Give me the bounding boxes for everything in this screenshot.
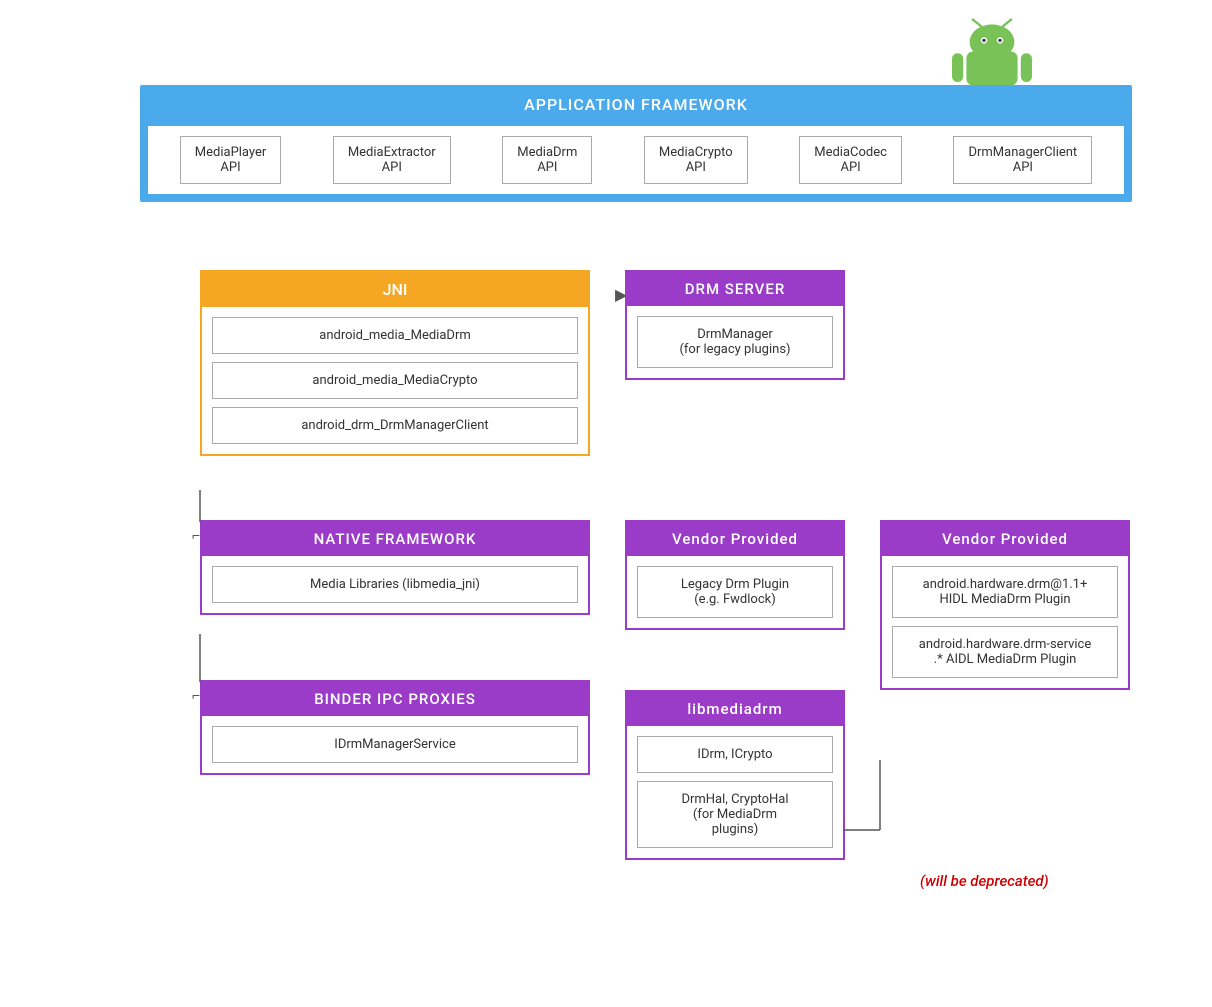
libmediadrm-box: libmediadrm IDrm, ICrypto DrmHal, Crypto… <box>625 690 845 860</box>
vendor-left-item-1: Legacy Drm Plugin(e.g. Fwdlock) <box>637 566 833 618</box>
libmediadrm-item-2: DrmHal, CryptoHal(for MediaDrmplugins) <box>637 781 833 848</box>
native-framework-title: NATIVE FRAMEWORK <box>202 522 588 556</box>
jni-items: android_media_MediaDrm android_media_Med… <box>202 307 588 454</box>
app-framework-container: APPLICATION FRAMEWORK MediaPlayerAPI Med… <box>140 85 1132 202</box>
native-framework-items: Media Libraries (libmedia_jni) <box>202 556 588 613</box>
libmediadrm-title: libmediadrm <box>627 692 843 726</box>
vendor-right-item-1: android.hardware.drm@1.1+HIDL MediaDrm P… <box>892 566 1118 618</box>
svg-text:⌐: ⌐ <box>192 528 200 544</box>
svg-text:⌐: ⌐ <box>192 688 200 704</box>
binder-box: BINDER IPC PROXIES IDrmManagerService <box>200 680 590 775</box>
libmediadrm-items: IDrm, ICrypto DrmHal, CryptoHal(for Medi… <box>627 726 843 858</box>
app-framework-apis: MediaPlayerAPI MediaExtractorAPI MediaDr… <box>148 126 1124 194</box>
vendor-right-title: Vendor Provided <box>882 522 1128 556</box>
native-framework-box: NATIVE FRAMEWORK Media Libraries (libmed… <box>200 520 590 615</box>
libmediadrm-item-1: IDrm, ICrypto <box>637 736 833 773</box>
jni-title: JNI <box>202 272 588 307</box>
vendor-left-title: Vendor Provided <box>627 522 843 556</box>
diagram-container: APPLICATION FRAMEWORK MediaPlayerAPI Med… <box>0 0 1212 1007</box>
jni-item-3: android_drm_DrmManagerClient <box>212 407 578 444</box>
vendor-left-box: Vendor Provided Legacy Drm Plugin(e.g. F… <box>625 520 845 630</box>
jni-box: JNI android_media_MediaDrm android_media… <box>200 270 590 456</box>
api-mediacrypto: MediaCryptoAPI <box>644 136 748 184</box>
api-mediadrm: MediaDrmAPI <box>502 136 592 184</box>
binder-items: IDrmManagerService <box>202 716 588 773</box>
vendor-right-item-2: android.hardware.drm-service.* AIDL Medi… <box>892 626 1118 678</box>
api-drmmanagerclient: DrmManagerClientAPI <box>953 136 1092 184</box>
api-mediaplayer: MediaPlayerAPI <box>180 136 282 184</box>
binder-item-1: IDrmManagerService <box>212 726 578 763</box>
drm-server-items: DrmManager(for legacy plugins) <box>627 306 843 378</box>
drm-server-box: DRM SERVER DrmManager(for legacy plugins… <box>625 270 845 380</box>
app-framework-title: APPLICATION FRAMEWORK <box>140 85 1132 124</box>
api-mediaextractor: MediaExtractorAPI <box>333 136 451 184</box>
drm-server-title: DRM SERVER <box>627 272 843 306</box>
jni-item-1: android_media_MediaDrm <box>212 317 578 354</box>
vendor-left-items: Legacy Drm Plugin(e.g. Fwdlock) <box>627 556 843 628</box>
vendor-right-box: Vendor Provided android.hardware.drm@1.1… <box>880 520 1130 690</box>
drm-server-item-1: DrmManager(for legacy plugins) <box>637 316 833 368</box>
api-mediacodec: MediaCodecAPI <box>799 136 902 184</box>
deprecated-text: (will be deprecated) <box>920 872 1049 890</box>
native-framework-item-1: Media Libraries (libmedia_jni) <box>212 566 578 603</box>
binder-title: BINDER IPC PROXIES <box>202 682 588 716</box>
vendor-right-items: android.hardware.drm@1.1+HIDL MediaDrm P… <box>882 556 1128 688</box>
jni-item-2: android_media_MediaCrypto <box>212 362 578 399</box>
